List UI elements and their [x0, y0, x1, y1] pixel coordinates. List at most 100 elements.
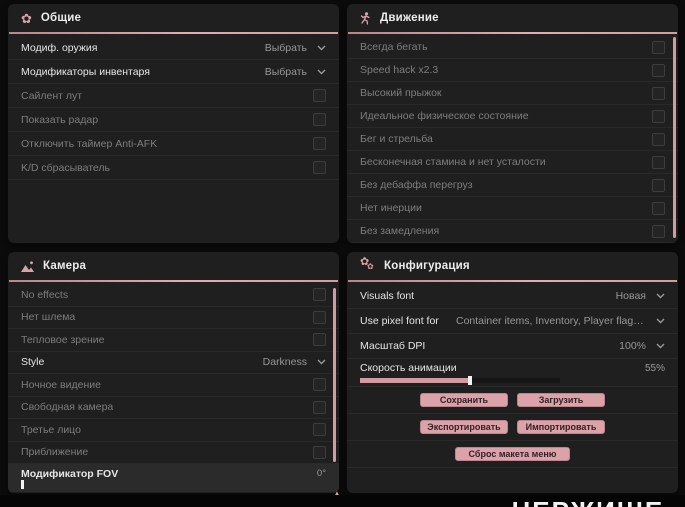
row-third-person[interactable]: Третье лицо: [8, 419, 339, 442]
panel-camera: Камера No effects Нет шлема Тепловое зре…: [8, 252, 339, 493]
row-label: Visuals font: [360, 290, 415, 302]
checkbox[interactable]: [313, 378, 326, 392]
checkbox[interactable]: [652, 155, 665, 169]
row-disable-antiafk-timer[interactable]: Отключить таймер Anti-AFK: [8, 132, 339, 156]
camera-scrollbar[interactable]: [333, 288, 336, 462]
fov-slider-handle[interactable]: [21, 480, 24, 489]
row-silent-loot[interactable]: Сайлент лут: [8, 84, 339, 108]
runner-icon: [360, 11, 370, 25]
dpi-scale-dropdown[interactable]: 100%: [619, 340, 665, 352]
row-perfect-physical-condition[interactable]: Идеальное физическое состояние: [347, 105, 678, 128]
row-high-jump[interactable]: Высокий прыжок: [347, 82, 678, 105]
inventory-mods-dropdown[interactable]: Выбрать: [265, 66, 326, 78]
pixel-font-for-dropdown[interactable]: Container items, Inventory, Player flags…: [456, 315, 665, 327]
row-fov-modifier[interactable]: Модификатор FOV 0°: [8, 464, 339, 492]
row-no-inertia[interactable]: Нет инерции: [347, 197, 678, 220]
load-button[interactable]: Загрузить: [517, 393, 605, 407]
row-label: Масштаб DPI: [360, 340, 426, 352]
row-label: Высокий прыжок: [360, 87, 442, 99]
checkbox[interactable]: [313, 423, 326, 437]
row-zoom[interactable]: Приближение: [8, 442, 339, 464]
row-label: Приближение: [21, 446, 89, 459]
row-label: Показать радар: [21, 113, 99, 126]
save-button[interactable]: Сохранить: [420, 393, 508, 407]
checkbox[interactable]: [313, 288, 326, 302]
chevron-down-icon: [317, 69, 326, 74]
chevron-down-icon: [656, 318, 665, 324]
panel-camera-header[interactable]: Камера: [8, 252, 339, 280]
row-night-vision[interactable]: Ночное видение: [8, 374, 339, 397]
export-button[interactable]: Экспортировать: [420, 420, 508, 434]
row-pixel-font-for[interactable]: Use pixel font for Container items, Inve…: [347, 309, 678, 334]
row-label: No effects: [21, 288, 69, 301]
row-no-slowdown[interactable]: Без замедления: [347, 220, 678, 243]
panel-general-header[interactable]: ✿ Общие: [8, 4, 339, 32]
row-weapon-mods[interactable]: Модиф. оружия Выбрать: [8, 36, 339, 60]
row-no-effects[interactable]: No effects: [8, 284, 339, 307]
animation-speed-slider[interactable]: [360, 376, 560, 385]
reset-menu-layout-button[interactable]: Сброс макета меню: [454, 447, 571, 461]
row-label: Свободная камера: [21, 401, 114, 414]
button-row-save-load: Сохранить Загрузить: [347, 387, 678, 414]
visuals-font-dropdown[interactable]: Новая: [616, 290, 665, 302]
row-style[interactable]: Style Darkness: [8, 352, 339, 374]
row-visuals-font[interactable]: Visuals font Новая: [347, 284, 678, 309]
row-free-camera[interactable]: Свободная камера: [8, 397, 339, 419]
row-no-helmet[interactable]: Нет шлема: [8, 307, 339, 329]
checkbox[interactable]: [313, 137, 326, 150]
checkbox[interactable]: [652, 86, 665, 100]
checkbox[interactable]: [313, 333, 326, 347]
row-kd-resetter[interactable]: K/D сбрасыватель: [8, 156, 339, 180]
dropdown-value: Darkness: [262, 356, 307, 369]
dropdown-value: Выбрать: [264, 41, 307, 54]
checkbox[interactable]: [313, 89, 326, 102]
row-always-run[interactable]: Всегда бегать: [347, 36, 678, 59]
row-label: Speed hack x2.3: [360, 64, 439, 76]
animation-speed-handle[interactable]: [468, 376, 472, 385]
row-show-radar[interactable]: Показать радар: [8, 108, 339, 132]
row-no-overload-debuff[interactable]: Без дебаффа перегруз: [347, 174, 678, 197]
row-label: Сайлент лут: [21, 89, 83, 102]
image-icon: [21, 260, 34, 272]
panel-config: ✿ ✿ Конфигурация Visuals font Новая Use …: [347, 252, 678, 493]
row-label: Бесконечная стамина и нет усталости: [360, 156, 546, 168]
chevron-down-icon: [656, 343, 665, 349]
checkbox[interactable]: [313, 113, 326, 126]
import-button[interactable]: Импортировать: [517, 420, 605, 434]
panel-camera-title: Камера: [43, 260, 87, 272]
row-label: Скорость анимации: [360, 362, 457, 374]
checkbox[interactable]: [652, 40, 665, 54]
checkbox[interactable]: [652, 178, 665, 192]
row-label: Модификатор FOV: [21, 468, 119, 480]
row-animation-speed[interactable]: Скорость анимации 55%: [347, 359, 678, 387]
panel-general-title: Общие: [40, 12, 82, 24]
row-label: Нет шлема: [21, 311, 76, 324]
checkbox[interactable]: [652, 132, 665, 146]
animation-speed-fill: [360, 376, 472, 385]
checkbox[interactable]: [652, 63, 665, 77]
row-infinite-stamina[interactable]: Бесконечная стамина и нет усталости: [347, 151, 678, 174]
checkbox[interactable]: [652, 201, 665, 215]
fov-value: 0°: [316, 468, 326, 479]
weapon-mods-dropdown[interactable]: Выбрать: [265, 42, 326, 54]
chevron-down-icon: [656, 293, 665, 299]
chevron-down-icon: [317, 359, 326, 365]
button-row-export-import: Экспортировать Импортировать: [347, 414, 678, 441]
dropdown-value: Выбрать: [264, 65, 307, 78]
gears-icon: ✿ ✿: [360, 256, 374, 271]
checkbox[interactable]: [652, 224, 665, 238]
row-thermal-vision[interactable]: Тепловое зрение: [8, 329, 339, 352]
checkbox[interactable]: [313, 310, 326, 324]
row-run-and-shoot[interactable]: Бег и стрельба: [347, 128, 678, 151]
movement-scrollbar[interactable]: [673, 37, 676, 238]
row-speed-hack[interactable]: Speed hack x2.3: [347, 59, 678, 82]
style-dropdown[interactable]: Darkness: [263, 356, 326, 368]
panel-movement-header[interactable]: Движение: [347, 4, 678, 32]
checkbox[interactable]: [313, 445, 326, 459]
checkbox[interactable]: [313, 400, 326, 414]
checkbox[interactable]: [313, 161, 326, 174]
panel-config-header[interactable]: ✿ ✿ Конфигурация: [347, 252, 678, 280]
row-inventory-mods[interactable]: Модификаторы инвентаря Выбрать: [8, 60, 339, 84]
checkbox[interactable]: [652, 109, 665, 123]
row-dpi-scale[interactable]: Масштаб DPI 100%: [347, 334, 678, 359]
